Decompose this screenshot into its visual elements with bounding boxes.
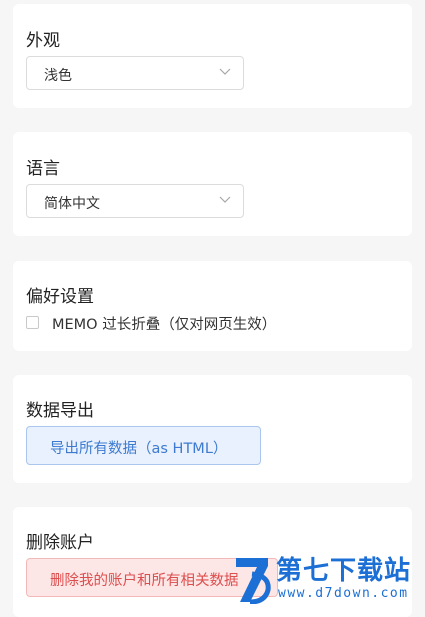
language-title: 语言 — [26, 159, 60, 179]
chevron-down-icon — [219, 68, 231, 75]
site-watermark: 第七下载站 www.d7down.com — [232, 548, 425, 605]
export-title: 数据导出 — [26, 401, 94, 421]
appearance-title: 外观 — [26, 31, 60, 51]
appearance-section: 外观 浅色 — [13, 4, 412, 108]
appearance-select[interactable]: 浅色 — [26, 56, 244, 90]
language-select[interactable]: 简体中文 — [26, 184, 244, 218]
preferences-title: 偏好设置 — [26, 287, 94, 307]
language-select-value: 简体中文 — [44, 196, 100, 212]
export-all-data-button[interactable]: 导出所有数据（as HTML） — [26, 426, 261, 465]
appearance-select-value: 浅色 — [44, 68, 72, 84]
watermark-site-url: www.d7down.com — [278, 586, 409, 601]
memo-collapse-label[interactable]: MEMO 过长折叠（仅对网页生效） — [52, 313, 276, 334]
chevron-down-icon — [219, 196, 231, 203]
delete-account-title: 删除账户 — [26, 533, 94, 553]
preferences-section: 偏好设置 MEMO 过长折叠（仅对网页生效） — [13, 261, 412, 351]
site-logo-icon — [236, 558, 271, 604]
watermark-site-name: 第七下载站 — [276, 556, 412, 586]
export-section: 数据导出 导出所有数据（as HTML） — [13, 375, 412, 483]
export-button-label: 导出所有数据（as HTML） — [50, 441, 228, 457]
delete-button-label: 删除我的账户和所有相关数据 — [50, 573, 239, 589]
memo-collapse-checkbox[interactable] — [26, 316, 39, 329]
language-section: 语言 简体中文 — [13, 132, 412, 236]
